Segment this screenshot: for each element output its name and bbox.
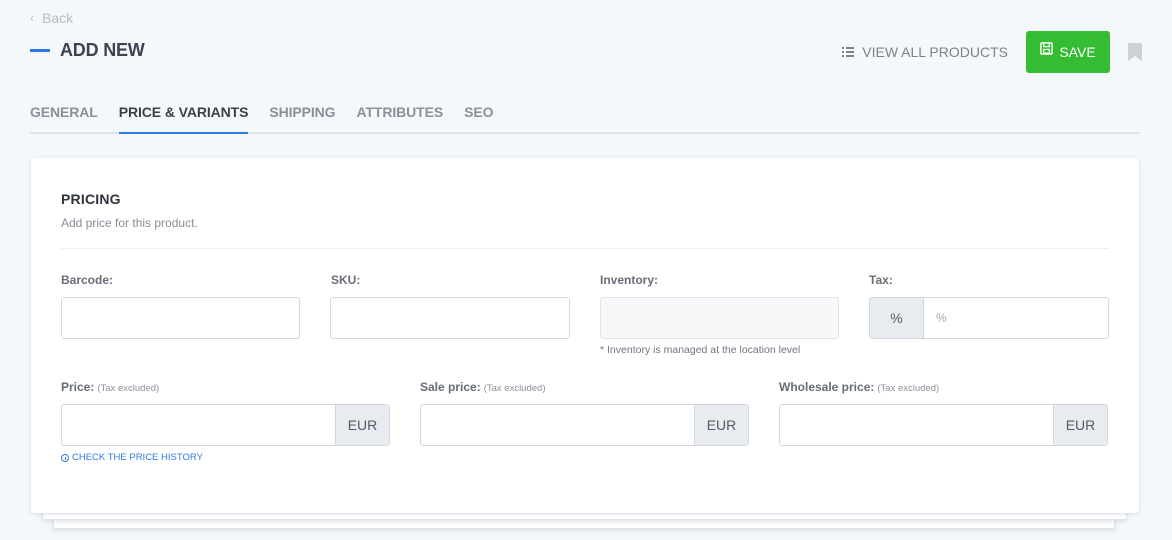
currency-addon: EUR	[694, 405, 748, 445]
barcode-input[interactable]	[61, 297, 300, 339]
inventory-label: Inventory:	[600, 273, 659, 287]
sale-price-input-group: EUR	[420, 404, 749, 446]
sku-label: SKU:	[331, 273, 361, 287]
info-icon	[61, 453, 69, 462]
back-label: Back	[42, 10, 74, 26]
page-header: ADD NEW	[30, 40, 145, 61]
view-all-products-label: VIEW ALL PRODUCTS	[862, 44, 1008, 60]
wholesale-price-tax-note: (Tax excluded)	[877, 383, 940, 394]
price-history-label: CHECK THE PRICE HISTORY	[72, 452, 203, 463]
page-title: ADD NEW	[60, 40, 145, 60]
barcode-label: Barcode:	[61, 273, 114, 287]
wholesale-price-label: Wholesale price: (Tax excluded)	[779, 380, 939, 394]
sale-price-input[interactable]	[421, 405, 694, 445]
product-tabs: GENERAL PRICE & VARIANTS SHIPPING ATTRIB…	[30, 104, 1140, 134]
divider	[61, 248, 1109, 249]
view-all-products-link[interactable]: VIEW ALL PRODUCTS	[842, 44, 1008, 60]
bookmark-icon[interactable]	[1128, 43, 1142, 61]
tab-price-variants[interactable]: PRICE & VARIANTS	[118, 104, 248, 134]
chevron-left-icon: ‹	[30, 11, 34, 25]
currency-addon: EUR	[1053, 405, 1107, 445]
sale-price-label-text: Sale price:	[420, 380, 481, 394]
price-label-text: Price:	[61, 380, 95, 394]
price-tax-note: (Tax excluded)	[97, 383, 160, 394]
sale-price-label: Sale price: (Tax excluded)	[420, 380, 545, 394]
wholesale-price-input[interactable]	[780, 405, 1053, 445]
tax-input[interactable]	[924, 298, 1108, 338]
tab-attributes[interactable]: ATTRIBUTES	[356, 104, 443, 132]
currency-addon: EUR	[335, 405, 389, 445]
wholesale-price-label-text: Wholesale price:	[779, 380, 875, 394]
list-icon	[842, 47, 855, 57]
header-actions: VIEW ALL PRODUCTS SAVE	[842, 31, 1142, 73]
section-subtitle: Add price for this product.	[61, 216, 198, 230]
tab-general[interactable]: GENERAL	[30, 104, 98, 132]
inventory-input	[600, 297, 839, 339]
tax-label: Tax:	[869, 273, 893, 287]
price-input-group: EUR	[61, 404, 390, 446]
price-input[interactable]	[62, 405, 335, 445]
percent-addon: %	[870, 298, 924, 338]
save-label: SAVE	[1059, 44, 1096, 60]
floppy-disk-icon	[1040, 41, 1054, 55]
title-accent-bar	[30, 49, 50, 52]
sku-input[interactable]	[330, 297, 570, 339]
tab-shipping[interactable]: SHIPPING	[269, 104, 335, 132]
wholesale-price-input-group: EUR	[779, 404, 1108, 446]
tax-input-group: %	[869, 297, 1109, 339]
price-label: Price: (Tax excluded)	[61, 380, 159, 394]
price-history-link[interactable]: CHECK THE PRICE HISTORY	[61, 452, 203, 463]
tab-seo[interactable]: SEO	[464, 104, 493, 132]
section-title: PRICING	[61, 191, 121, 207]
sale-price-tax-note: (Tax excluded)	[483, 383, 546, 394]
pricing-card: PRICING Add price for this product. Barc…	[31, 158, 1139, 513]
back-link[interactable]: ‹ Back	[30, 10, 73, 26]
save-button[interactable]: SAVE	[1026, 31, 1110, 73]
inventory-helper-text: * Inventory is managed at the location l…	[600, 344, 801, 356]
